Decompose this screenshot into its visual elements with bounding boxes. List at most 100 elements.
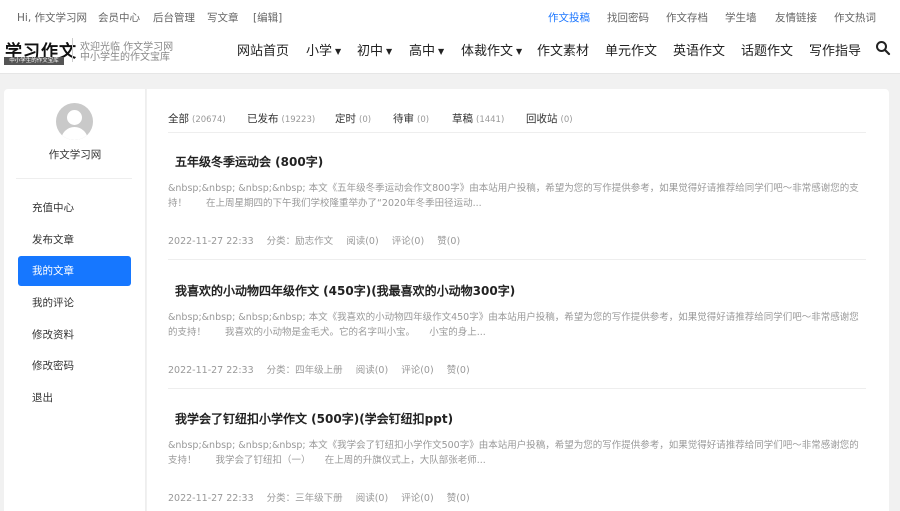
article-date: 2022-11-27 22:33 [168,236,254,247]
essay-archive-link[interactable]: 作文存档 [666,10,708,25]
tab-label: 待审 [393,113,414,125]
admin-link[interactable]: 后台管理 [153,10,195,25]
article-likes[interactable]: 赞(0) [447,365,470,376]
article-comments[interactable]: 评论(0) [401,493,433,504]
top-utility-bar: Hi, 作文学习网 会员中心 后台管理 写文章 [编辑] 作文投稿 找回密码 作… [0,0,900,34]
tab-drafts[interactable]: 草稿 (1441) [452,111,504,126]
caret-down-icon: ▼ [516,47,523,56]
article-category[interactable]: 分类：三年级下册 [267,493,343,504]
menu-edit-profile[interactable]: 修改资料 [18,320,131,350]
nav-label: 作文素材 [537,44,590,59]
menu-my-articles[interactable]: 我的文章 [18,256,131,286]
tab-count: (20674) [192,115,226,125]
submit-essay-link[interactable]: 作文投稿 [548,10,590,25]
tab-published[interactable]: 已发布 (19223) [247,111,315,126]
tab-count: (0) [560,115,573,125]
menu-my-comments[interactable]: 我的评论 [18,288,131,318]
tab-count: (0) [359,115,372,125]
nav-label: 网站首页 [237,44,290,59]
caret-down-icon: ▼ [335,47,342,56]
article-divider [168,388,866,389]
article-meta: 2022-11-27 22:33 分类：三年级下册 阅读(0) 评论(0) 赞(… [168,490,480,504]
students-link[interactable]: 学生墙 [725,10,757,25]
nav-label: 单元作文 [605,44,658,59]
search-icon[interactable] [875,40,891,56]
nav-junior[interactable]: 初中 ▼ [357,40,392,59]
menu-publish-article[interactable]: 发布文章 [18,225,131,255]
nav-label: 高中 [409,44,436,59]
menu-recharge[interactable]: 充值中心 [18,193,131,223]
nav-label: 小学 [306,44,333,59]
nav-genre[interactable]: 体裁作文 ▼ [461,40,522,59]
nav-unit[interactable]: 单元作文 [605,40,657,59]
nav-guide[interactable]: 写作指导 [809,40,861,59]
nav-label: 英语作文 [673,44,726,59]
article-divider [168,259,866,260]
caret-down-icon: ▼ [386,47,393,56]
article-reads: 阅读(0) [355,493,389,504]
site-header: 学习作文 中小学生的作文宝库 欢迎光临 作文学习网 中小学生的作文宝库 网站首页… [0,34,900,74]
tab-count: (1441) [476,115,505,125]
tab-recycle-bin[interactable]: 回收站 (0) [526,111,573,126]
friend-links-link[interactable]: 友情链接 [775,10,817,25]
greeting-text: Hi, 作文学习网 [17,12,87,24]
article-likes[interactable]: 赞(0) [447,493,470,504]
nav-home[interactable]: 网站首页 [237,40,289,59]
article-meta: 2022-11-27 22:33 分类：励志作文 阅读(0) 评论(0) 赞(0… [168,233,470,247]
slogan-line-2: 中小学生的作文宝库 [80,52,170,63]
tab-label: 全部 [168,113,189,125]
articles-panel: 全部 (20674) 已发布 (19223) 定时 (0) 待审 (0) 草稿 (1441… [147,89,889,511]
recover-password-link[interactable]: 找回密码 [607,10,649,25]
article-title[interactable]: 我喜欢的小动物四年级作文 (450字)(我最喜欢的小动物300字) [175,282,515,299]
logo-divider [72,38,73,62]
nav-label: 写作指导 [809,44,862,59]
article-excerpt: &nbsp;&nbsp; &nbsp;&nbsp; 本文《我学会了钉纽扣小学作文… [168,440,859,466]
article-likes[interactable]: 赞(0) [437,236,460,247]
hot-essays-link[interactable]: 作文热词 [834,10,876,25]
sidebar-divider [16,178,132,179]
tab-count: (0) [417,115,430,125]
tab-label: 已发布 [247,113,279,125]
write-article-link[interactable]: 写文章 [207,10,239,25]
article-category[interactable]: 分类：励志作文 [267,236,334,247]
tab-all[interactable]: 全部 (20674) [168,111,226,126]
username: 作文学习网 [48,149,102,161]
tab-scheduled[interactable]: 定时 (0) [335,111,371,126]
tabs-divider [168,132,866,133]
avatar-head-shape [67,110,82,125]
nav-topic[interactable]: 话题作文 [741,40,793,59]
article-excerpt: &nbsp;&nbsp; &nbsp;&nbsp; 本文《我喜欢的小动物四年级作… [168,312,859,338]
article-comments[interactable]: 评论(0) [392,236,424,247]
avatar-body-shape [61,127,88,140]
nav-materials[interactable]: 作文素材 [537,40,589,59]
status-tabs: 全部 (20674) 已发布 (19223) 定时 (0) 待审 (0) 草稿 (1441… [168,111,868,131]
article-category[interactable]: 分类：四年级上册 [267,365,343,376]
article-meta: 2022-11-27 22:33 分类：四年级上册 阅读(0) 评论(0) 赞(… [168,362,480,376]
user-avatar-icon[interactable] [56,103,93,140]
tab-pending[interactable]: 待审 (0) [393,111,429,126]
article-reads: 阅读(0) [355,365,389,376]
member-center-link[interactable]: 会员中心 [98,10,140,25]
menu-change-password[interactable]: 修改密码 [18,351,131,381]
user-sidebar: 作文学习网 充值中心 发布文章 我的文章 我的评论 修改资料 修改密码 退出 [4,89,146,511]
article-comments[interactable]: 评论(0) [401,365,433,376]
nav-primary[interactable]: 小学 ▼ [306,40,341,59]
tab-count: (19223) [281,115,316,125]
menu-logout[interactable]: 退出 [18,383,131,413]
article-excerpt: &nbsp;&nbsp; &nbsp;&nbsp; 本文《五年级冬季运动会作文8… [168,183,859,209]
nav-senior[interactable]: 高中 ▼ [409,40,444,59]
tab-label: 草稿 [452,113,473,125]
nav-english[interactable]: 英语作文 [673,40,725,59]
caret-down-icon: ▼ [438,47,445,56]
article-title[interactable]: 我学会了钉纽扣小学作文 (500字)(学会钉纽扣ppt) [175,410,453,427]
article-title[interactable]: 五年级冬季运动会 (800字) [175,153,323,170]
nav-label: 初中 [357,44,384,59]
article-date: 2022-11-27 22:33 [168,493,254,504]
article-date: 2022-11-27 22:33 [168,365,254,376]
tab-label: 回收站 [526,113,558,125]
nav-label: 话题作文 [741,44,794,59]
tab-label: 定时 [335,113,356,125]
edit-link[interactable]: [编辑] [253,10,282,25]
logo-subtitle: 中小学生的作文宝库 [4,57,64,65]
nav-label: 体裁作文 [461,44,514,59]
